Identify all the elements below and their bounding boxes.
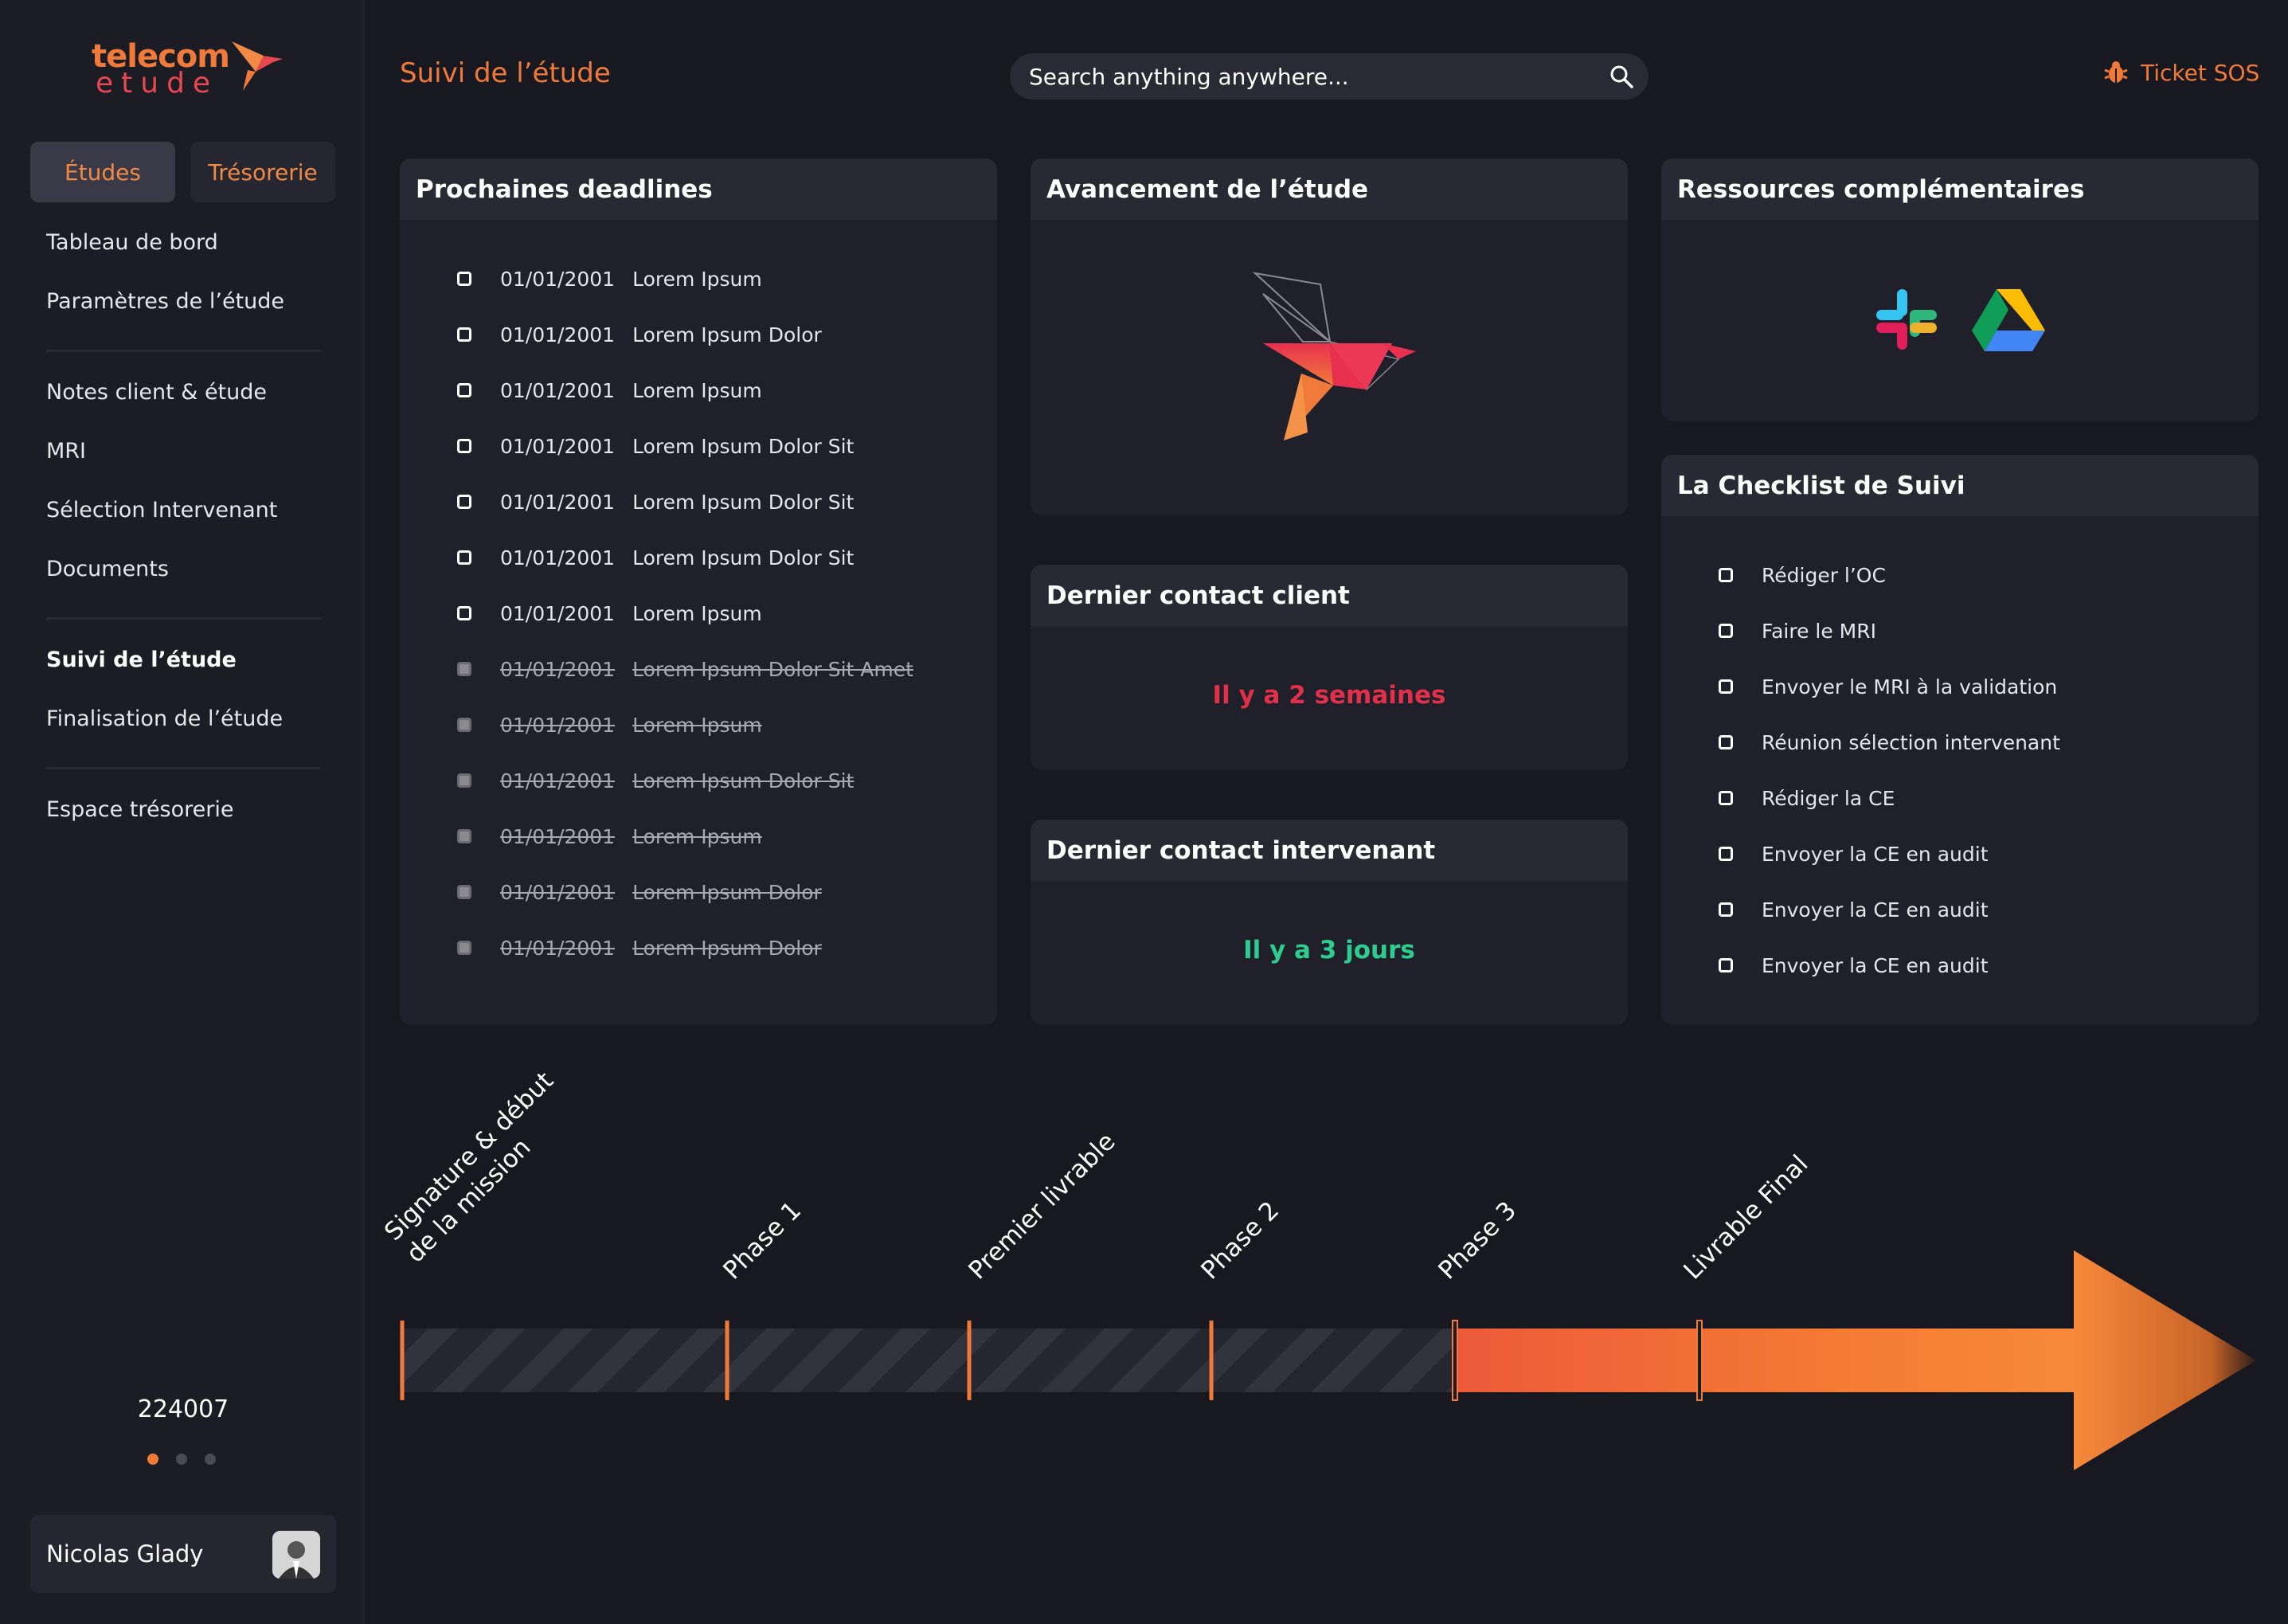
timeline-remaining-track [400,1329,1455,1392]
timeline-arrow-graphic [400,1250,2256,1470]
timeline-progress-track [1455,1329,2076,1392]
app-root: telecom etude Études Trésorerie Tableau … [0,0,2288,1624]
timeline-arrow-head [2074,1250,2256,1470]
